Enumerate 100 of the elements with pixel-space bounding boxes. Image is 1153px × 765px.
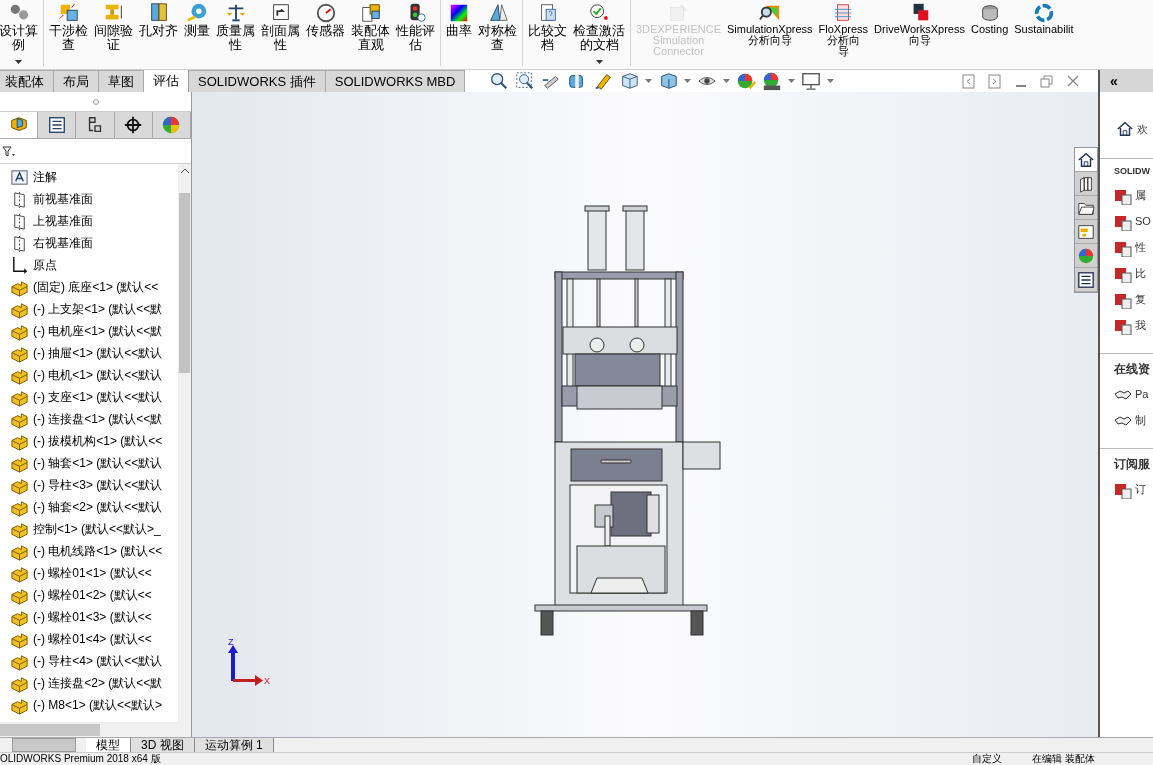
- ribbon-button[interactable]: 剖面属 性: [261, 0, 300, 52]
- task-link[interactable]: SO: [1135, 213, 1151, 230]
- color-ball-checker-icon[interactable]: [762, 71, 783, 91]
- task-link[interactable]: 性: [1135, 239, 1146, 256]
- tree-item[interactable]: 右视基准面: [0, 232, 178, 254]
- welcome-link[interactable]: 欢: [1137, 120, 1148, 138]
- tree-item[interactable]: (-) 螺栓01<4> (默认<<: [0, 628, 178, 650]
- tree-item[interactable]: 前视基准面: [0, 188, 178, 210]
- tree-item[interactable]: (-) 电机线路<1> (默认<<: [0, 540, 178, 562]
- layout-icon: [1077, 222, 1095, 241]
- shaded-cube-icon[interactable]: [658, 71, 679, 91]
- tree-item[interactable]: (-) 螺栓01<2> (默认<<: [0, 584, 178, 606]
- task-link[interactable]: 比: [1135, 265, 1146, 282]
- command-tab[interactable]: SOLIDWORKS 插件: [189, 70, 326, 92]
- collapse-pane-button[interactable]: «: [1098, 70, 1153, 92]
- scroll-up-icon[interactable]: [180, 168, 189, 173]
- splitter-handle[interactable]: [92, 98, 99, 105]
- task-pane-tab[interactable]: [1075, 268, 1097, 292]
- ribbon-button[interactable]: Costing: [971, 0, 1009, 35]
- task-link[interactable]: 属: [1135, 187, 1146, 204]
- command-tab[interactable]: 装配体: [0, 70, 54, 92]
- model-view-tab[interactable]: 3D 视图: [131, 738, 195, 752]
- ribbon-button[interactable]: FloXpress 分析向 导: [818, 0, 869, 57]
- tree-item[interactable]: (-) M8<1> (默认<<默认>: [0, 694, 178, 716]
- tree-item[interactable]: (-) 抽屉<1> (默认<<默认: [0, 342, 178, 364]
- overlapping-boxes-icon: [57, 2, 80, 24]
- model-view-tab[interactable]: 模型: [86, 738, 131, 752]
- task-pane-tab[interactable]: [1075, 148, 1097, 172]
- tree-item[interactable]: 控制<1> (默认<<默认>_: [0, 518, 178, 540]
- z-axis-arrow: [228, 645, 238, 681]
- command-tab[interactable]: SOLIDWORKS MBD: [325, 70, 466, 92]
- command-tab[interactable]: 草图: [99, 70, 144, 92]
- tree-item[interactable]: 原点: [0, 254, 178, 276]
- tree-item[interactable]: (-) 电机座<1> (默认<<默: [0, 320, 178, 342]
- model-view-tab[interactable]: 运动算例 1: [194, 738, 274, 752]
- x-axis-label: X: [264, 676, 270, 686]
- tree-item[interactable]: (-) 支座<1> (默认<<默认: [0, 386, 178, 408]
- section-heading: 订阅服: [1114, 455, 1150, 473]
- vertical-scrollbar[interactable]: [178, 164, 191, 722]
- monitor-icon[interactable]: [801, 71, 822, 91]
- task-link[interactable]: 订: [1135, 481, 1146, 498]
- ribbon-button[interactable]: 干涉检 查: [49, 0, 88, 52]
- task-link[interactable]: 制: [1135, 412, 1146, 429]
- ribbon-button[interactable]: 比较文 档: [528, 0, 567, 52]
- horizontal-scrollbar[interactable]: [0, 722, 191, 737]
- task-pane-tab[interactable]: [1075, 196, 1097, 220]
- home-icon: [1077, 150, 1095, 169]
- ribbon-button[interactable]: 传感器: [306, 0, 345, 38]
- task-link[interactable]: Pa: [1135, 386, 1149, 403]
- ribbon-button[interactable]: 性能评 估: [396, 0, 435, 52]
- tree-item[interactable]: (-) 导柱<4> (默认<<默认: [0, 650, 178, 672]
- ribbon-button[interactable]: Sustainabilit: [1014, 0, 1074, 35]
- tree-item[interactable]: 上视基准面: [0, 210, 178, 232]
- task-pane-tab[interactable]: [1075, 220, 1097, 244]
- origin-axes-icon: [10, 255, 29, 275]
- caret-icon[interactable]: [595, 60, 603, 64]
- edit-mode-text: 在编辑 装配体: [1032, 754, 1095, 764]
- tree-item[interactable]: (-) 轴套<2> (默认<<默认: [0, 496, 178, 518]
- ribbon-button[interactable]: 检查激活 的文档: [573, 0, 625, 64]
- command-tab[interactable]: 布局: [54, 70, 99, 92]
- tree-item[interactable]: (-) 连接盘<1> (默认<<默: [0, 408, 178, 430]
- tree-item[interactable]: (-) 电机<1> (默认<<默认: [0, 364, 178, 386]
- tree-item[interactable]: (-) 螺栓01<3> (默认<<: [0, 606, 178, 628]
- ribbon-button[interactable]: 测量: [184, 0, 210, 38]
- balance-scale-icon: [224, 2, 247, 24]
- filter-icon[interactable]: [2, 145, 16, 157]
- tree-item[interactable]: (-) 连接盘<2> (默认<<默: [0, 672, 178, 694]
- ribbon-button[interactable]: SimulationXpress 分析向导: [727, 0, 813, 46]
- units-text[interactable]: 自定义: [972, 754, 1003, 764]
- close-icon[interactable]: [1066, 73, 1080, 89]
- task-link[interactable]: 复: [1135, 291, 1146, 308]
- task-link[interactable]: 我: [1135, 317, 1146, 334]
- tree-item[interactable]: (固定) 底座<1> (默认<<: [0, 276, 178, 298]
- ribbon-button[interactable]: 质量属 性: [216, 0, 255, 52]
- tree-item[interactable]: (-) 拔模机构<1> (默认<<: [0, 430, 178, 452]
- ribbon-button[interactable]: 装配体 直观: [351, 0, 390, 52]
- panel-tab[interactable]: [0, 112, 39, 138]
- tree-item[interactable]: (-) 轴套<1> (默认<<默认: [0, 452, 178, 474]
- zoom-fit-icon[interactable]: [489, 71, 510, 91]
- crosshair-icon: [123, 115, 144, 135]
- ribbon-button[interactable]: 间隙验 证: [94, 0, 133, 52]
- caret-icon[interactable]: [15, 60, 22, 64]
- ribbon-button[interactable]: DriveWorksXpress 向导: [874, 0, 965, 46]
- books-icon: [1077, 174, 1095, 193]
- section-heading: 在线资: [1114, 360, 1150, 378]
- ribbon-button[interactable]: 对称检 查: [478, 0, 517, 52]
- tree-item[interactable]: (-) 上支架<1> (默认<<默: [0, 298, 178, 320]
- cube-orientation-icon[interactable]: [619, 71, 640, 91]
- task-pane-tab[interactable]: [1075, 172, 1097, 196]
- tree-item[interactable]: (-) 导柱<3> (默认<<默认: [0, 474, 178, 496]
- zoom-area-icon[interactable]: [515, 71, 536, 91]
- z-axis-label: Z: [228, 639, 234, 647]
- color-ball-pencil-icon[interactable]: [736, 71, 757, 91]
- tree-item[interactable]: (-) 螺栓01<1> (默认<<: [0, 562, 178, 584]
- section-heading: SOLIDW: [1114, 165, 1150, 178]
- product-version-text: OLIDWORKS Premium 2018 x64 版: [0, 754, 161, 764]
- ribbon-button[interactable]: 孔对齐: [139, 0, 178, 38]
- tree-item[interactable]: 注解: [0, 166, 178, 188]
- ribbon-button[interactable]: 曲率: [446, 0, 472, 38]
- rainbow-square-icon: [448, 2, 470, 24]
